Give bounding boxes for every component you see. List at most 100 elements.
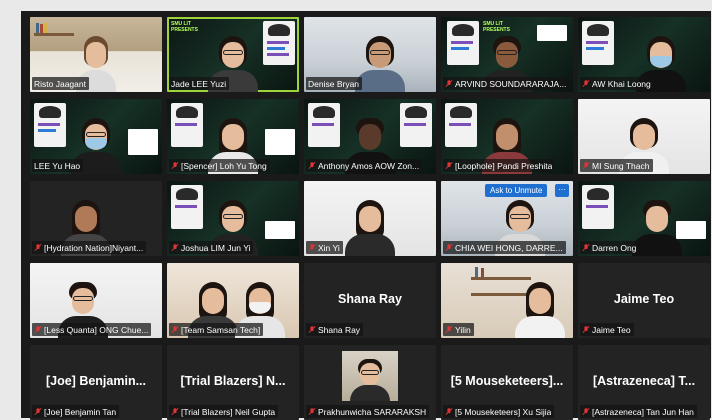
muted-mic-icon [582,79,590,88]
participant-tile-jade[interactable]: SMU LIT PRESENTS Jade LEE Yuzi [167,17,299,92]
hackathon-poster [447,21,479,65]
muted-mic-icon [171,407,179,416]
muted-mic-icon [445,161,453,170]
ask-to-unmute-button[interactable]: Ask to Unmute [485,184,548,197]
name-label: Xin Yi [306,241,343,254]
muted-mic-icon [445,243,453,252]
participant-tile-astrazeneca[interactable]: [Astrazeneca] T... [Astrazeneca] Tan Jun… [578,345,710,420]
name-label: [Hydration Nation]Niyant... [32,241,147,254]
muted-mic-icon [582,243,590,252]
sponsor-logo [537,25,567,41]
name-label: AW Khai Loong [580,77,654,90]
name-label: Yilin [443,323,474,336]
name-label: LEE Yu Hao [32,159,84,172]
participant-display-name: Shana Ray [338,292,402,306]
participant-tile-arvind[interactable]: SMU LIT PRESENTS ARVIND SOUNDARARAJA... [441,17,573,92]
muted-mic-icon [171,161,179,170]
participant-tile-xin-yi[interactable]: Xin Yi [304,181,436,256]
hackathon-poster [263,21,295,65]
name-label: Risto Jaagant [32,77,89,90]
hackathon-poster [582,185,614,229]
participant-display-name: Jaime Teo [613,292,675,306]
name-label: Jade LEE Yuzi [169,77,230,90]
muted-mic-icon [445,79,453,88]
name-label: Denise Bryan [306,77,363,90]
name-label: [Astrazeneca] Tan Jun Han [580,405,697,418]
muted-mic-icon [308,325,316,334]
participant-tile-joe[interactable]: [Joe] Benjamin... [Joe] Benjamin Tan [30,345,162,420]
participant-video [515,278,565,338]
name-label: Jaime Teo [580,323,634,336]
participant-tile-yilin[interactable]: Yilin [441,263,573,338]
name-label: [Less Quanta] ONG Chue... [32,323,152,336]
name-label: MI Sung Thach [580,159,653,172]
participant-tile-darren-ong[interactable]: Darren Ong [578,181,710,256]
name-label: Anthony Amos AOW Zon... [306,159,423,172]
profile-picture [342,351,398,401]
participant-tile-team-samsan[interactable]: [Team Samsan Tech] [167,263,299,338]
muted-mic-icon [308,243,316,252]
participant-tile-joshua[interactable]: Joshua LIM Jun Yi [167,181,299,256]
name-label: ARVIND SOUNDARARAJA... [443,77,570,90]
name-label: [Loophole] Pandi Preshita [443,159,556,172]
name-label: [Team Samsan Tech] [169,323,264,336]
name-label: [Joe] Benjamin Tan [32,405,120,418]
participant-tile-jaime-teo[interactable]: Jaime Teo Jaime Teo [578,263,710,338]
participant-display-name: [5 Mouseketeers]... [450,374,564,388]
name-label: CHIA WEI HONG, DARRE... [443,241,566,254]
hackathon-poster [171,185,203,229]
muted-mic-icon [34,243,42,252]
participant-tile-5-mouseketeers[interactable]: [5 Mouseketeers]... [5 Mouseketeers] Xu … [441,345,573,420]
name-label: Joshua LIM Jun Yi [169,241,254,254]
hackathon-poster [308,103,340,147]
muted-mic-icon [308,161,316,170]
muted-mic-icon [582,325,590,334]
participant-tile-trial-blazers[interactable]: [Trial Blazers] N... [Trial Blazers] Nei… [167,345,299,420]
bookshelf [34,33,74,36]
participant-video [632,196,682,256]
muted-mic-icon [582,407,590,416]
participant-tile-hydration-nation[interactable]: [Hydration Nation]Niyant... [30,181,162,256]
name-label: [Spencer] Loh Yu Tong [169,159,270,172]
participant-tile-spencer[interactable]: [Spencer] Loh Yu Tong [167,99,299,174]
participant-video [355,32,405,92]
participant-display-name: [Joe] Benjamin... [45,374,147,388]
poster-text: SMU LIT PRESENTS [171,21,198,33]
muted-mic-icon [582,161,590,170]
participant-tile-lee-yu-hao[interactable]: LEE Yu Hao [30,99,162,174]
name-label: Prakhunwicha SARARAKSH [306,405,430,418]
sponsor-logo [128,129,158,155]
participant-tile-less-quanta[interactable]: [Less Quanta] ONG Chue... [30,263,162,338]
more-options-button[interactable]: ··· [555,184,569,197]
muted-mic-icon [171,325,179,334]
muted-mic-icon [445,407,453,416]
participant-tile-prakhunwicha[interactable]: Prakhunwicha SARARAKSH [304,345,436,420]
sponsor-logo [265,129,295,155]
participant-tile-loophole[interactable]: [Loophole] Pandi Preshita [441,99,573,174]
sponsor-logo [265,221,295,239]
participant-display-name: [Trial Blazers] N... [180,374,286,388]
participant-tile-denise[interactable]: Denise Bryan [304,17,436,92]
name-label: [Trial Blazers] Neil Gupta [169,405,279,418]
gallery-view: Risto Jaagant SMU LIT PRESENTS Jade LEE … [21,11,711,420]
name-label: Shana Ray [306,323,364,336]
participant-tile-risto[interactable]: Risto Jaagant [30,17,162,92]
muted-mic-icon [308,407,316,416]
hackathon-poster [171,103,203,147]
hackathon-poster [582,21,614,65]
participant-grid: Risto Jaagant SMU LIT PRESENTS Jade LEE … [30,17,710,420]
name-label: Darren Ong [580,241,640,254]
participant-tile-chia-wei-hong[interactable]: Ask to Unmute ··· CHIA WEI HONG, DARRE..… [441,181,573,256]
muted-mic-icon [34,325,42,334]
participant-tile-mi-sung-thach[interactable]: MI Sung Thach [578,99,710,174]
participant-tile-aw-khai-loong[interactable]: AW Khai Loong [578,17,710,92]
participant-tile-anthony[interactable]: Anthony Amos AOW Zon... [304,99,436,174]
participant-video [345,196,395,256]
participant-display-name: [Astrazeneca] T... [592,374,696,388]
muted-mic-icon [445,325,453,334]
participant-tile-shana-ray[interactable]: Shana Ray Shana Ray [304,263,436,338]
muted-mic-icon [171,243,179,252]
name-label: [5 Mouseketeers] Xu Sijia [443,405,555,418]
hackathon-poster [34,103,66,147]
hackathon-poster [445,103,477,147]
